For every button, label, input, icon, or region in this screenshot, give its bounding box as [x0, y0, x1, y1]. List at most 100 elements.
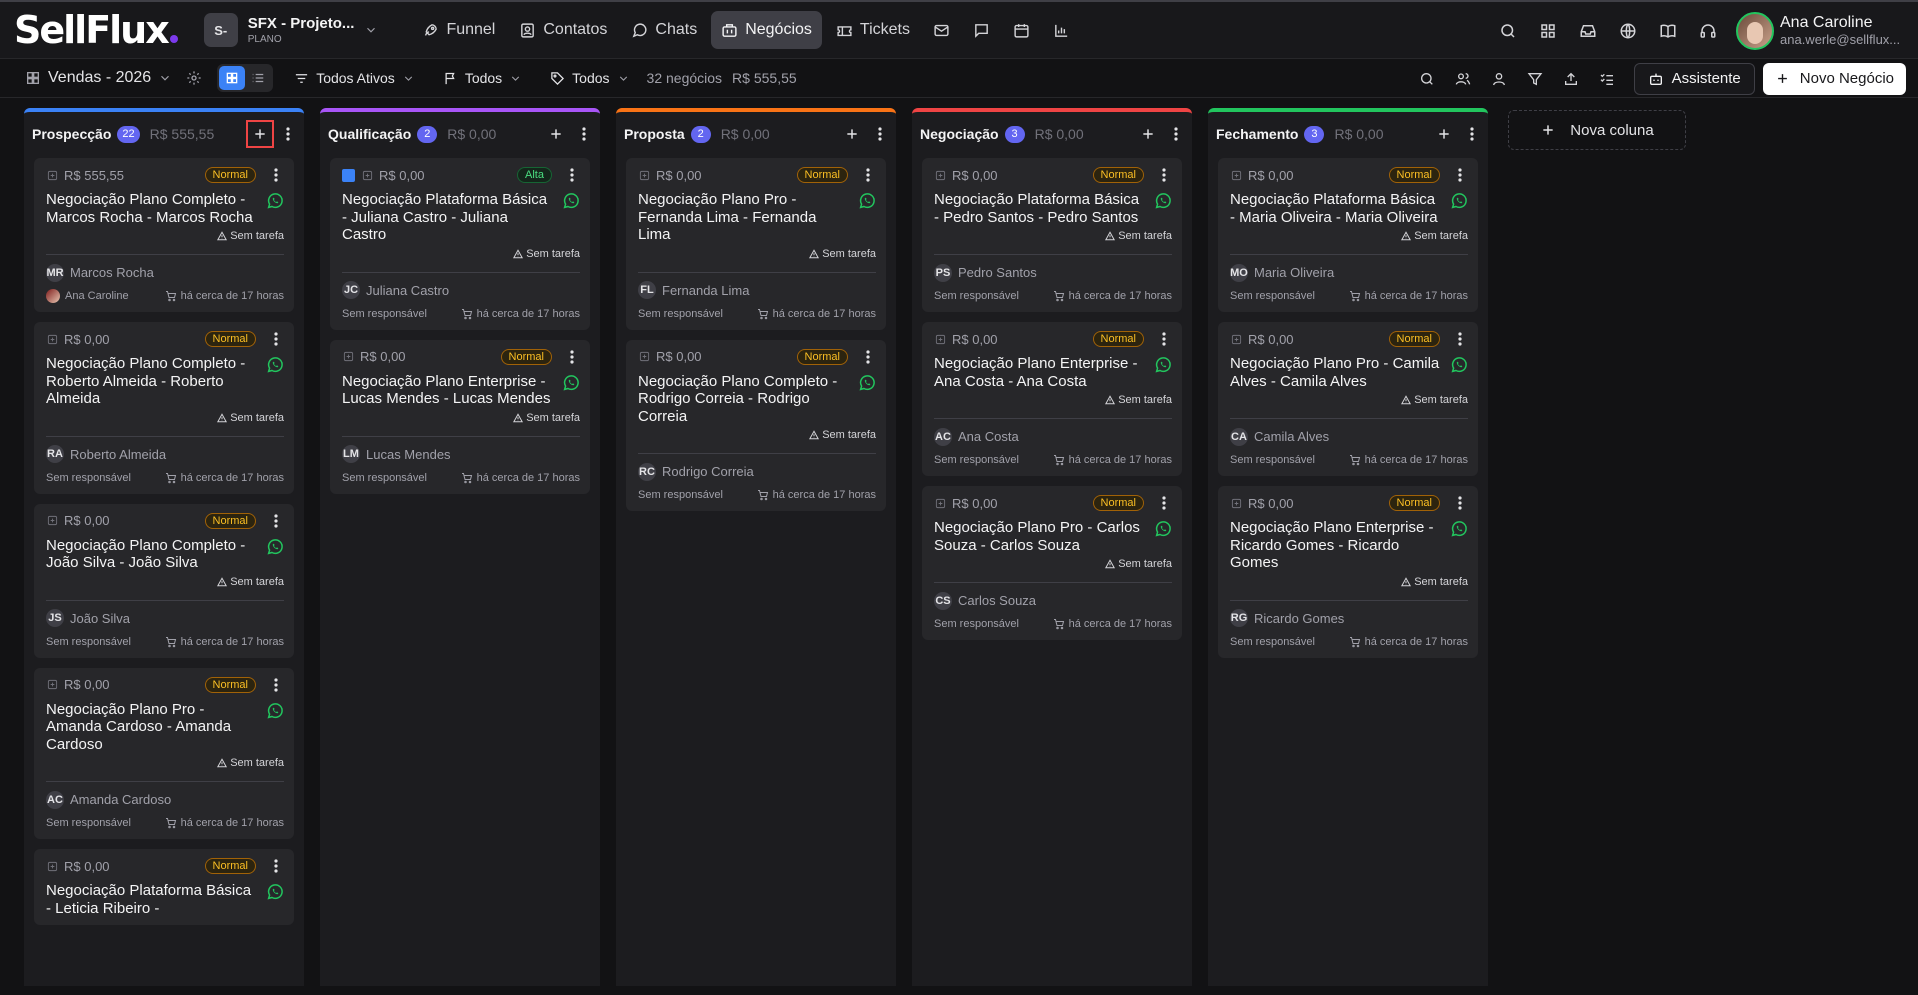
- expand-icon[interactable]: [46, 860, 58, 872]
- more-vertical-icon[interactable]: [1452, 166, 1468, 184]
- contact-row[interactable]: FL Fernanda Lima: [638, 271, 876, 300]
- deal-card[interactable]: R$ 0,00 Normal Negociação Plano Enterprise…: [330, 339, 590, 494]
- whatsapp-icon[interactable]: [1154, 192, 1172, 210]
- add-deal-button[interactable]: [838, 120, 866, 148]
- expand-icon[interactable]: [934, 497, 946, 509]
- owner[interactable]: Sem responsável: [1230, 636, 1315, 648]
- new-deal-button[interactable]: Novo Negócio: [1762, 62, 1906, 95]
- headset-icon[interactable]: [1688, 11, 1728, 51]
- expand-icon[interactable]: [638, 351, 650, 363]
- deal-card[interactable]: R$ 0,00 Normal Negociação Plataforma Básic…: [1218, 158, 1478, 312]
- globe-icon[interactable]: [1608, 11, 1648, 51]
- owner[interactable]: Sem responsável: [342, 308, 427, 320]
- expand-icon[interactable]: [46, 679, 58, 691]
- list-view-button[interactable]: [245, 66, 271, 90]
- more-vertical-icon[interactable]: [1156, 494, 1172, 512]
- more-vertical-icon[interactable]: [1156, 166, 1172, 184]
- kanban-view-button[interactable]: [219, 66, 246, 90]
- expand-icon[interactable]: [1230, 497, 1242, 509]
- whatsapp-icon[interactable]: [1154, 520, 1172, 538]
- expand-icon[interactable]: [1230, 169, 1242, 181]
- owner[interactable]: Sem responsável: [1230, 454, 1315, 466]
- expand-icon[interactable]: [934, 169, 946, 181]
- deal-card[interactable]: R$ 0,00 Normal Negociação Plataforma Básic…: [34, 849, 294, 925]
- whatsapp-icon[interactable]: [858, 374, 876, 392]
- deal-card[interactable]: R$ 555,55 Normal Negociação Plano Completo…: [34, 158, 294, 312]
- expand-icon[interactable]: [46, 333, 58, 345]
- more-vertical-icon[interactable]: [860, 166, 876, 184]
- checklist-icon[interactable]: [1590, 62, 1624, 96]
- whatsapp-icon[interactable]: [266, 192, 284, 210]
- tag-filter[interactable]: Todos: [543, 63, 636, 93]
- mail-icon[interactable]: [924, 11, 960, 49]
- users-icon[interactable]: [1446, 62, 1480, 96]
- owner[interactable]: Sem responsável: [934, 618, 1019, 630]
- deal-card[interactable]: R$ 0,00 Normal Negociação Plano Pro - Aman…: [34, 667, 294, 839]
- bar-chart-icon[interactable]: [1044, 11, 1080, 49]
- contact-row[interactable]: RA Roberto Almeida: [46, 435, 284, 464]
- workspace-switcher[interactable]: S- SFX - Projeto... PLANO: [203, 13, 379, 47]
- add-deal-button[interactable]: [246, 120, 274, 148]
- whatsapp-icon[interactable]: [1450, 520, 1468, 538]
- contact-row[interactable]: RC Rodrigo Correia: [638, 453, 876, 481]
- whatsapp-icon[interactable]: [266, 702, 284, 720]
- message-square-icon[interactable]: [964, 11, 1000, 49]
- more-vertical-icon[interactable]: [268, 676, 284, 694]
- more-vertical-icon[interactable]: [268, 166, 284, 184]
- column-more-button[interactable]: [576, 120, 592, 148]
- owner[interactable]: Sem responsável: [934, 454, 1019, 466]
- inbox-icon[interactable]: [1568, 11, 1608, 51]
- deal-card[interactable]: R$ 0,00 Normal Negociação Plano Completo -…: [34, 322, 294, 494]
- assistant-button[interactable]: Assistente: [1633, 62, 1755, 95]
- more-vertical-icon[interactable]: [1156, 330, 1172, 348]
- search-icon[interactable]: [1410, 62, 1444, 96]
- expand-icon[interactable]: [342, 351, 354, 363]
- deal-card[interactable]: R$ 0,00 Normal Negociação Plano Pro - Fern…: [626, 158, 886, 330]
- contact-row[interactable]: MO Maria Oliveira: [1230, 254, 1468, 282]
- new-column-button[interactable]: Nova coluna: [1508, 110, 1686, 150]
- owner[interactable]: Sem responsável: [46, 636, 131, 648]
- upload-icon[interactable]: [1554, 62, 1588, 96]
- user-icon[interactable]: [1482, 62, 1516, 96]
- whatsapp-icon[interactable]: [1450, 192, 1468, 210]
- contact-row[interactable]: AC Amanda Cardoso: [46, 781, 284, 809]
- expand-icon[interactable]: [46, 515, 58, 527]
- nav-negocios[interactable]: Negócios: [711, 11, 822, 49]
- add-deal-button[interactable]: [1134, 120, 1162, 148]
- deal-card[interactable]: R$ 0,00 Normal Negociação Plano Pro - Carl…: [922, 486, 1182, 640]
- whatsapp-icon[interactable]: [858, 192, 876, 210]
- contact-row[interactable]: LM Lucas Mendes: [342, 435, 580, 464]
- contact-row[interactable]: CS Carlos Souza: [934, 582, 1172, 610]
- nav-tickets[interactable]: Tickets: [826, 11, 920, 49]
- more-vertical-icon[interactable]: [1452, 330, 1468, 348]
- deal-card[interactable]: R$ 0,00 Alta Negociação Plataforma Básica …: [330, 158, 590, 330]
- expand-icon[interactable]: [934, 333, 946, 345]
- sellflux-logo[interactable]: SellFlux: [14, 8, 178, 52]
- owner[interactable]: Ana Caroline: [46, 289, 129, 303]
- contact-row[interactable]: CA Camila Alves: [1230, 418, 1468, 446]
- owner[interactable]: Sem responsável: [638, 489, 723, 501]
- nav-contatos[interactable]: Contatos: [509, 11, 617, 49]
- contact-row[interactable]: MR Marcos Rocha: [46, 254, 284, 282]
- owner[interactable]: Sem responsável: [46, 472, 131, 484]
- user-avatar[interactable]: [1736, 11, 1774, 50]
- expand-icon[interactable]: [638, 169, 650, 181]
- search-icon[interactable]: [1488, 11, 1528, 51]
- column-more-button[interactable]: [872, 120, 888, 148]
- add-deal-button[interactable]: [1430, 120, 1458, 148]
- calendar-icon[interactable]: [1004, 11, 1040, 49]
- pipeline-settings-button[interactable]: [179, 63, 209, 93]
- more-vertical-icon[interactable]: [564, 348, 580, 366]
- deal-card[interactable]: R$ 0,00 Normal Negociação Plano Pro - Cami…: [1218, 322, 1478, 476]
- flag-filter[interactable]: Todos: [436, 63, 529, 93]
- column-more-button[interactable]: [1168, 120, 1184, 148]
- user-menu[interactable]: Ana Caroline ana.werle@sellflux...: [1780, 14, 1900, 47]
- card-select-checkbox[interactable]: [342, 168, 355, 182]
- contact-row[interactable]: JS João Silva: [46, 599, 284, 628]
- more-vertical-icon[interactable]: [268, 330, 284, 348]
- more-vertical-icon[interactable]: [860, 348, 876, 366]
- whatsapp-icon[interactable]: [1154, 356, 1172, 374]
- deal-card[interactable]: R$ 0,00 Normal Negociação Plano Enterprise…: [922, 322, 1182, 476]
- more-vertical-icon[interactable]: [1452, 494, 1468, 512]
- owner[interactable]: Sem responsável: [934, 290, 1019, 302]
